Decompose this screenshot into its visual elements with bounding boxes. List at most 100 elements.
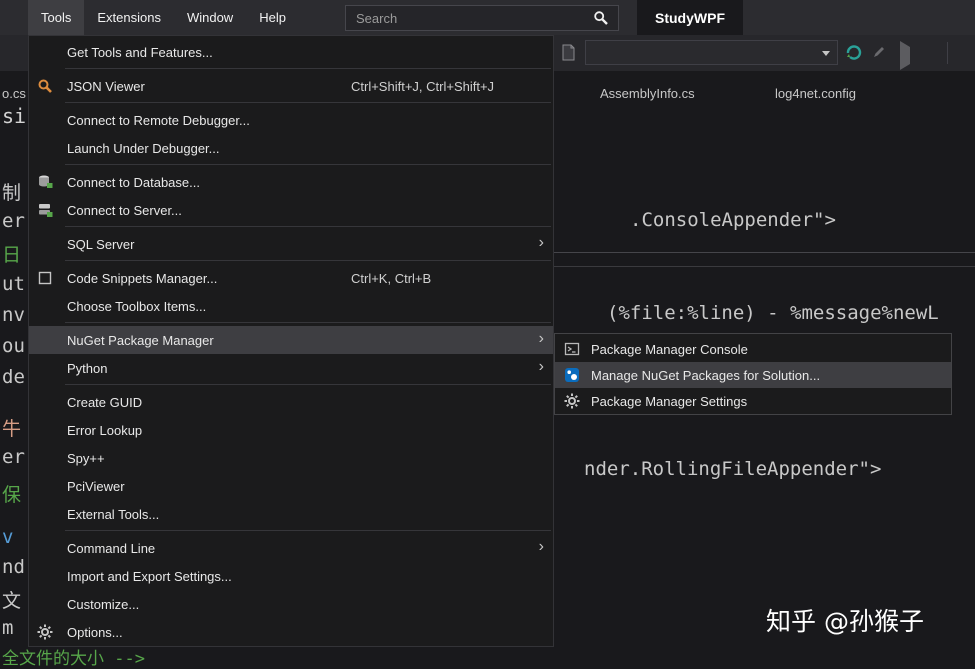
left-fragment: nv [2, 304, 25, 326]
menu-item-label: Launch Under Debugger... [67, 140, 220, 156]
toolbar-sync-icon[interactable] [845, 44, 862, 66]
code-line-pattern: (%file:%line) - %message%newL [607, 302, 939, 324]
menu-item-error-lookup[interactable]: Error Lookup [29, 416, 553, 444]
chevron-down-icon [822, 51, 830, 56]
submenu-item-label: Package Manager Settings [591, 393, 748, 409]
tab-log4net-config[interactable]: log4net.config [775, 86, 856, 101]
menu-item-label: Connect to Server... [67, 202, 182, 218]
menu-item-customize[interactable]: Customize... [29, 590, 553, 618]
search-placeholder: Search [356, 10, 398, 26]
database-plug-icon [37, 174, 53, 190]
menu-item-choose-toolbox-items[interactable]: Choose Toolbox Items... [29, 292, 553, 320]
submenu-item-manage-nuget-packages-for-solution[interactable]: Manage NuGet Packages for Solution... [555, 362, 951, 388]
search-icon[interactable] [593, 10, 609, 26]
menu-item-label: External Tools... [67, 506, 160, 522]
left-fragment: nd [2, 556, 25, 578]
left-fragment: 制 [2, 182, 22, 204]
submenu-arrow-icon: › [538, 538, 544, 555]
submenu-arrow-icon: › [538, 330, 544, 347]
menu-item-shortcut: Ctrl+K, Ctrl+B [351, 270, 432, 286]
menu-item-label: Error Lookup [67, 422, 143, 438]
menu-item-external-tools[interactable]: External Tools... [29, 500, 553, 528]
search-input[interactable]: Search [345, 5, 619, 31]
menu-separator [65, 530, 551, 531]
left-fragment: er [2, 210, 25, 232]
nuget-package-icon [564, 367, 580, 383]
menu-item-import-and-export-settings[interactable]: Import and Export Settings... [29, 562, 553, 590]
server-plug-icon [37, 202, 53, 218]
menu-item-label: SQL Server [67, 236, 135, 252]
menu-separator [65, 322, 551, 323]
left-fragment: 保 [2, 484, 22, 506]
toolbar-document-icon[interactable] [560, 44, 577, 66]
menubar-item-tools[interactable]: Tools [28, 0, 85, 35]
left-fragment: 文 [2, 590, 22, 612]
submenu-item-label: Manage NuGet Packages for Solution... [591, 367, 821, 383]
toolbar-separator [947, 42, 948, 64]
tab-assemblyinfo[interactable]: AssemblyInfo.cs [600, 86, 695, 101]
menu-item-label: Connect to Remote Debugger... [67, 112, 250, 128]
left-fragment: 牛 [2, 418, 22, 440]
menu-item-label: NuGet Package Manager [67, 332, 214, 348]
menu-item-label: PciViewer [67, 478, 125, 494]
menu-item-sql-server[interactable]: SQL Server › [29, 230, 553, 258]
play-icon[interactable] [900, 41, 910, 70]
menu-item-label: Customize... [67, 596, 140, 612]
json-viewer-magnifier-icon [37, 78, 53, 94]
menu-item-label: Import and Export Settings... [67, 568, 232, 584]
menu-item-spy-plus-plus[interactable]: Spy++ [29, 444, 553, 472]
menu-item-label: Options... [67, 624, 123, 640]
menu-item-command-line[interactable]: Command Line › [29, 534, 553, 562]
menubar-item-window[interactable]: Window [174, 0, 246, 35]
menu-item-options[interactable]: Options... [29, 618, 553, 646]
nuget-submenu: Package Manager Console Manage NuGet Pac… [554, 333, 952, 415]
editor-divider-line-2 [554, 266, 975, 267]
menu-item-python[interactable]: Python › [29, 354, 553, 382]
console-icon [564, 341, 580, 357]
left-fragment: o.cs [2, 86, 26, 101]
menu-separator [65, 102, 551, 103]
code-line-console-appender: .ConsoleAppender"> [630, 209, 836, 231]
menu-item-label: Get Tools and Features... [67, 44, 213, 60]
gear-icon [564, 393, 580, 409]
left-fragment: ou [2, 335, 25, 357]
edit-pencil-icon[interactable] [872, 44, 887, 64]
menu-item-create-guid[interactable]: Create GUID [29, 388, 553, 416]
menu-item-code-snippets-manager[interactable]: Code Snippets Manager... Ctrl+K, Ctrl+B [29, 264, 553, 292]
submenu-item-package-manager-console[interactable]: Package Manager Console [555, 336, 951, 362]
menu-separator [65, 226, 551, 227]
code-snippets-icon [37, 270, 53, 286]
menu-item-connect-to-database[interactable]: Connect to Database... [29, 168, 553, 196]
menu-item-connect-to-remote-debugger[interactable]: Connect to Remote Debugger... [29, 106, 553, 134]
watermark: 知乎 @孙猴子 [766, 607, 924, 636]
menubar-item-extensions[interactable]: Extensions [84, 0, 174, 35]
submenu-arrow-icon: › [538, 358, 544, 375]
menu-item-label: Connect to Database... [67, 174, 200, 190]
submenu-item-package-manager-settings[interactable]: Package Manager Settings [555, 388, 951, 414]
menu-item-json-viewer[interactable]: JSON Viewer Ctrl+Shift+J, Ctrl+Shift+J [29, 72, 553, 100]
submenu-item-label: Package Manager Console [591, 341, 748, 357]
xml-comment-fragment: 全文件的大小 --> [2, 649, 145, 669]
menu-item-pciviewer[interactable]: PciViewer [29, 472, 553, 500]
menu-separator [65, 164, 551, 165]
left-fragment: ut [2, 273, 25, 295]
menu-separator [65, 260, 551, 261]
menu-item-label: Command Line [67, 540, 156, 556]
left-fragment: er [2, 446, 25, 468]
menu-item-label: JSON Viewer [67, 78, 145, 94]
menu-item-launch-under-debugger[interactable]: Launch Under Debugger... [29, 134, 553, 162]
menu-item-nuget-package-manager[interactable]: NuGet Package Manager › [29, 326, 553, 354]
toolbar-combobox[interactable] [585, 40, 838, 65]
menubar-item-help[interactable]: Help [246, 0, 299, 35]
left-fragment: de [2, 366, 25, 388]
menu-item-shortcut: Ctrl+Shift+J, Ctrl+Shift+J [351, 78, 495, 94]
window-title: StudyWPF [637, 0, 743, 35]
menu-item-get-tools-and-features[interactable]: Get Tools and Features... [29, 38, 553, 66]
menu-bar: Tools Extensions Window Help [28, 0, 299, 35]
vs-window: AssemblyInfo.cs log4net.config .ConsoleA… [0, 0, 975, 669]
left-fragment: v [2, 526, 14, 548]
menu-item-label: Create GUID [67, 394, 143, 410]
editor-divider-line [554, 252, 975, 253]
menu-item-connect-to-server[interactable]: Connect to Server... [29, 196, 553, 224]
tools-menu: Get Tools and Features... JSON Viewer Ct… [28, 35, 554, 647]
